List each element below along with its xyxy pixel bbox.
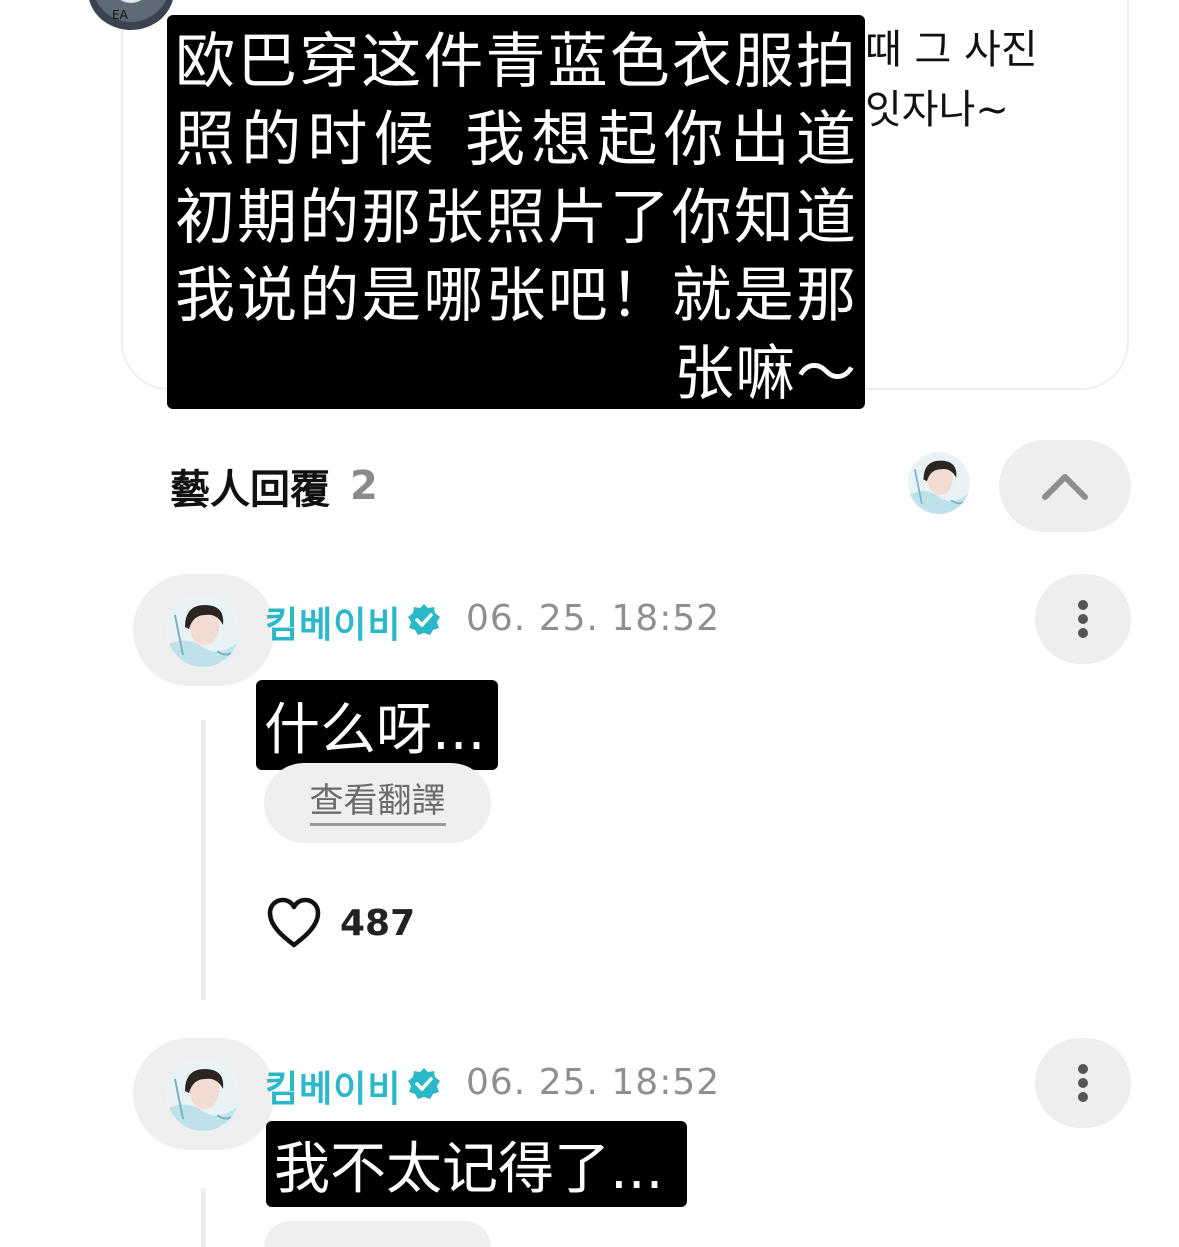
more-options-button[interactable] — [1035, 1038, 1131, 1128]
thread-line — [201, 720, 206, 1000]
artist-replies-title: 藝人回覆 — [170, 467, 330, 513]
view-translation-button[interactable]: 查看翻譯 — [264, 763, 491, 843]
chevron-up-icon — [1042, 474, 1088, 500]
collapse-replies-button[interactable] — [999, 440, 1131, 532]
like-count: 487 — [340, 902, 416, 944]
view-translation-label: 查看翻譯 — [309, 781, 446, 826]
more-dots-icon — [1078, 600, 1088, 610]
reply-timestamp: 06. 25. 18:52 — [466, 1062, 721, 1103]
reply-avatar-button[interactable] — [133, 1038, 275, 1150]
reply-timestamp: 06. 25. 18:52 — [466, 598, 721, 639]
artist-avatar-image — [908, 452, 970, 514]
artist-avatar-small — [908, 452, 970, 514]
poster-avatar-tag: EA — [112, 8, 128, 22]
artist-replies-header: 藝人回覆 2 — [170, 458, 378, 514]
avatar — [167, 595, 239, 667]
reply-author-name[interactable]: 킴베이비 — [265, 596, 401, 648]
verified-badge-icon — [408, 604, 440, 635]
reply-author-name[interactable]: 킴베이비 — [265, 1060, 401, 1112]
avatar-image — [167, 595, 239, 667]
thread-line — [201, 1188, 206, 1247]
avatar — [167, 1059, 239, 1131]
post-text-korean: 때 그 사진 잇자나~ — [865, 27, 1038, 133]
like-button[interactable]: 487 — [266, 897, 415, 949]
reply-text-overlay: 我不太记得了... — [266, 1121, 687, 1207]
more-dots-icon — [1078, 1064, 1088, 1074]
reply-text-overlay: 什么呀... — [256, 680, 498, 770]
avatar-image — [167, 1059, 239, 1131]
post-translation-overlay: 欧巴穿这件青蓝色衣服拍照的时候 我想起你出道初期的那张照片了你知道我说的是哪张吧… — [167, 15, 865, 409]
verified-badge-icon — [408, 1068, 440, 1099]
heart-icon — [267, 897, 321, 948]
view-translation-button[interactable] — [264, 1221, 491, 1247]
artist-replies-count: 2 — [350, 463, 378, 509]
more-options-button[interactable] — [1035, 574, 1131, 664]
reply-avatar-button[interactable] — [133, 574, 275, 686]
